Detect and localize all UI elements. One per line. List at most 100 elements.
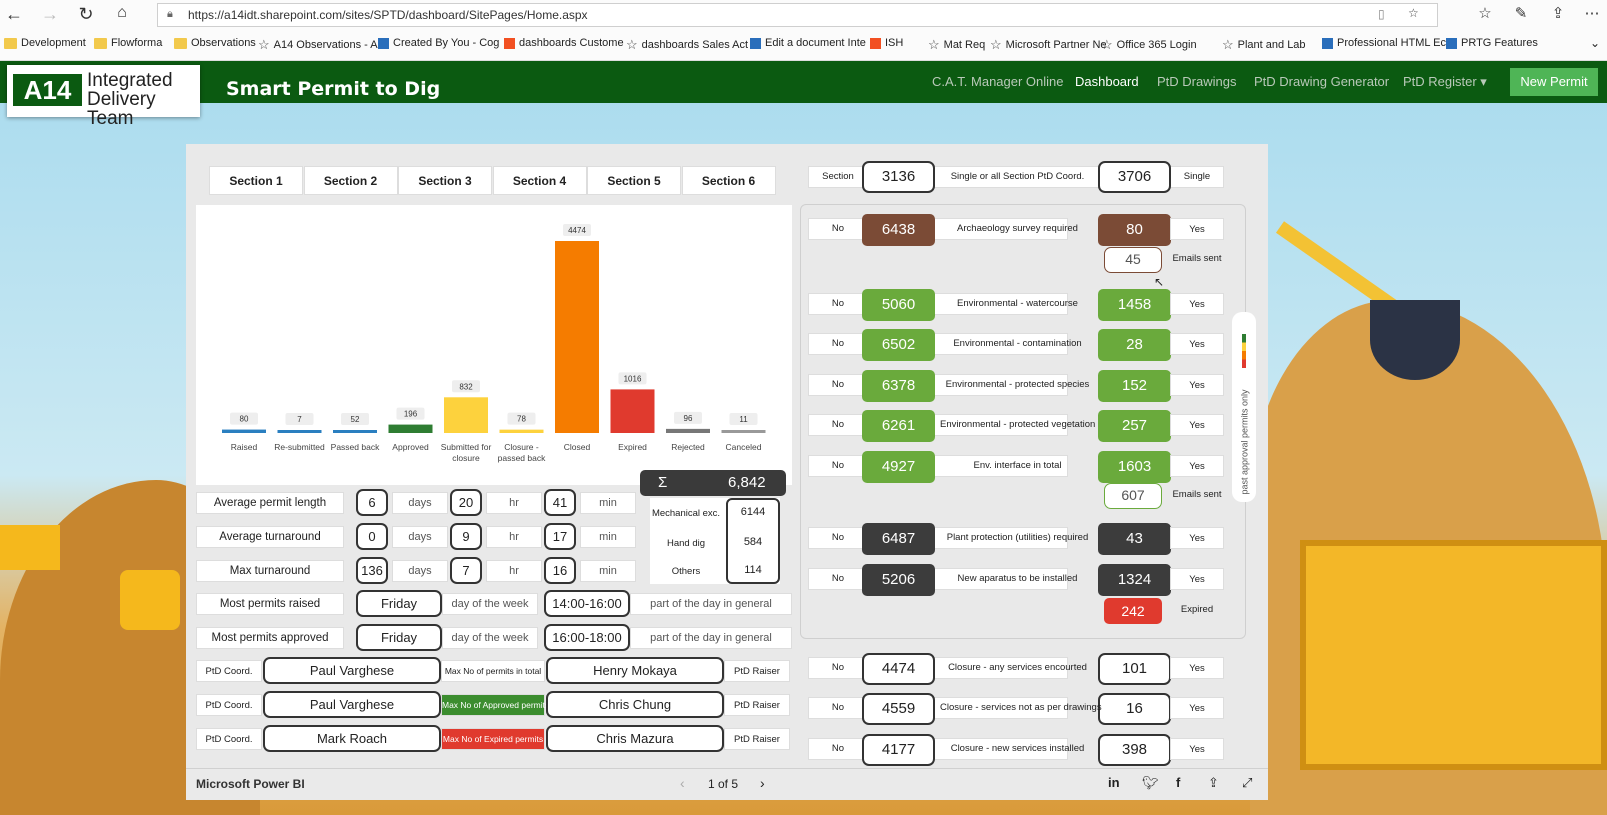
address-bar[interactable]: 🔒︎ https://a14idt.sharepoint.com/sites/S… — [157, 3, 1438, 27]
bookmark-8[interactable]: ISH — [870, 37, 903, 49]
bookmark-10[interactable]: ☆ Microsoft Partner Ne — [990, 37, 1107, 53]
most-label: Most permits raised — [196, 593, 344, 615]
site-icon — [378, 37, 389, 49]
chevron-down-icon[interactable]: ⌄ — [1590, 36, 1600, 50]
logo[interactable]: A14 Integrated Delivery Team — [7, 65, 200, 128]
bar-8[interactable] — [666, 428, 710, 433]
bar-2[interactable] — [333, 430, 377, 433]
favorites-icon[interactable]: ☆ — [1473, 4, 1497, 22]
row-label: Closure - any services encourted — [948, 662, 1087, 673]
bookmark-label: Mat Req — [943, 39, 986, 51]
bookmark-label: Office 365 Login — [1116, 39, 1197, 51]
back-icon[interactable]: ← — [2, 4, 26, 25]
legend-dots — [1242, 334, 1246, 368]
unit-days: days — [392, 526, 448, 548]
yes-label: Yes — [1170, 657, 1224, 679]
bookmark-2[interactable]: Observations — [174, 37, 256, 49]
day-unit: day of the week — [442, 627, 538, 649]
tab-section-3[interactable]: Section 3 — [398, 166, 492, 195]
tab-section-4[interactable]: Section 4 — [492, 166, 587, 195]
tab-section-1[interactable]: Section 1 — [209, 166, 303, 195]
tab-section-2[interactable]: Section 2 — [303, 166, 398, 195]
bar-3[interactable] — [388, 424, 433, 433]
category-label: Closed — [564, 442, 591, 452]
star-icon: ☆ — [990, 37, 1002, 52]
page-indicator: 1 of 5 — [708, 777, 739, 791]
single-value: 3706 — [1098, 161, 1171, 193]
bookmark-4[interactable]: Created By You - Cog — [378, 37, 499, 49]
nav-ptd-drawings[interactable]: PtD Drawings — [1157, 74, 1236, 89]
next-page-icon[interactable]: › — [760, 775, 765, 791]
excavator-bucket — [1370, 300, 1460, 380]
bookmark-13[interactable]: Professional HTML Ec — [1322, 37, 1446, 49]
bar-4[interactable] — [444, 397, 488, 433]
bookmark-12[interactable]: ☆ Plant and Lab — [1222, 37, 1306, 53]
bookmark-label: PRTG Features — [1461, 37, 1538, 49]
data-label: 196 — [404, 410, 418, 419]
refresh-icon[interactable]: ↻ — [74, 4, 98, 25]
folder-icon — [94, 37, 107, 49]
stat-d: 0 — [356, 523, 388, 550]
bookmark-5[interactable]: dashboards Custome — [504, 37, 624, 49]
bar-5[interactable] — [499, 429, 544, 433]
bar-1[interactable] — [277, 430, 322, 433]
nav-cat-manager[interactable]: C.A.T. Manager Online — [932, 74, 1064, 89]
new-permit-button[interactable]: New Permit — [1510, 68, 1598, 96]
bar-0[interactable] — [222, 429, 266, 433]
section-label: Section — [822, 171, 854, 182]
prev-page-icon[interactable]: ‹ — [680, 775, 685, 791]
max-label: Max No of Approved permits — [441, 694, 549, 716]
data-label: 7 — [297, 415, 302, 424]
nav-dashboard[interactable]: Dashboard — [1075, 74, 1139, 89]
coord-name: Paul Varghese — [263, 657, 441, 684]
section-mid: Single or all Section PtD Coord. — [950, 171, 1085, 182]
home-icon[interactable]: ⌂ — [110, 4, 134, 22]
tab-section-5[interactable]: Section 5 — [587, 166, 681, 195]
bookmark-9[interactable]: ☆ Mat Req — [928, 37, 985, 53]
linkedin-icon[interactable]: in — [1108, 775, 1120, 790]
side-label: past approval permits only — [1239, 389, 1250, 495]
right-value: 398 — [1098, 734, 1171, 766]
bookmark-3[interactable]: ☆ A14 Observations - A — [258, 37, 378, 53]
bookmark-0[interactable]: Development — [4, 37, 86, 49]
most-day: Friday — [356, 590, 442, 617]
data-label: 1016 — [624, 374, 642, 383]
stat-h: 9 — [450, 523, 482, 550]
share-icon[interactable]: ⇪ — [1208, 775, 1219, 791]
stat-m: 41 — [544, 489, 576, 516]
bookmark-label: Plant and Lab — [1237, 39, 1306, 51]
bar-7[interactable] — [610, 389, 655, 433]
site-icon — [1322, 37, 1333, 49]
twitter-icon[interactable]: 🐦︎ — [1142, 775, 1159, 791]
no-label: No — [831, 743, 845, 754]
nav-ptd-register[interactable]: PtD Register ▾ — [1403, 74, 1487, 90]
nav-ptd-drawing-generator[interactable]: PtD Drawing Generator — [1254, 74, 1389, 89]
reading-view-icon[interactable]: ▯ — [1378, 7, 1385, 21]
bookmark-6[interactable]: ☆ dashboards Sales Act — [626, 37, 748, 53]
fullscreen-icon[interactable]: ⤢ — [1242, 775, 1252, 791]
logo-mark: A14 — [13, 74, 82, 106]
tab-section-6[interactable]: Section 6 — [681, 166, 776, 195]
powerbi-brand[interactable]: Microsoft Power BI — [196, 777, 305, 791]
unit-min: min — [580, 492, 636, 514]
more-icon[interactable]: ⋯ — [1580, 4, 1604, 22]
pen-icon[interactable]: ✎ — [1509, 4, 1533, 22]
dig-type-values: 6144 584 114 — [726, 498, 780, 584]
facebook-icon[interactable]: f — [1176, 775, 1180, 790]
bookmark-1[interactable]: Flowforma — [94, 37, 162, 49]
time-unit: part of the day in general — [630, 593, 792, 615]
coord-name: Paul Varghese — [263, 691, 441, 718]
bookmark-14[interactable]: PRTG Features — [1446, 37, 1538, 49]
bookmark-7[interactable]: Edit a document Inte — [750, 37, 866, 49]
left-value: 4474 — [862, 653, 935, 685]
unit-hr: hr — [486, 526, 542, 548]
bar-6[interactable] — [555, 241, 599, 433]
single-label: Single — [1183, 171, 1211, 182]
bookmark-11[interactable]: ☆ Office 365 Login — [1101, 37, 1197, 53]
bar-9[interactable] — [721, 430, 766, 433]
status-bar-chart: 80 Raised 7 Re-submitted 52 Passed back 196 App… — [196, 205, 792, 485]
forward-icon[interactable]: → — [38, 4, 62, 25]
total-value: 6,842 — [728, 474, 766, 491]
favorite-star-icon[interactable]: ☆ — [1408, 6, 1419, 20]
share-icon[interactable]: ⇪ — [1546, 4, 1570, 22]
